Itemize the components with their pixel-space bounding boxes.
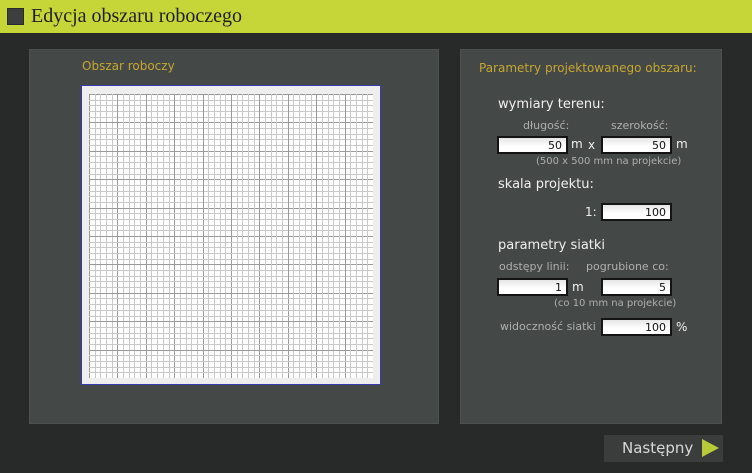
length-input[interactable]: 50 xyxy=(497,136,568,154)
title-bar: Edycja obszaru roboczego xyxy=(0,0,752,33)
spacing-label: odstępy linii: xyxy=(499,260,570,273)
play-arrow-icon xyxy=(702,439,719,457)
width-label: szerokość: xyxy=(611,119,669,132)
length-unit: m xyxy=(571,137,583,151)
workspace-panel: Obszar roboczy xyxy=(29,49,439,424)
scale-heading: skala projektu: xyxy=(498,177,594,192)
length-label: długość: xyxy=(523,119,570,132)
window-title: Edycja obszaru roboczego xyxy=(31,5,243,27)
visibility-label: widoczność siatki xyxy=(500,320,596,333)
bold-label: pogrubione co: xyxy=(586,260,669,273)
window-square-icon xyxy=(7,8,24,25)
terrain-heading: wymiary terenu: xyxy=(498,97,605,112)
terrain-note: (500 x 500 mm na projekcie) xyxy=(536,156,682,167)
grid[interactable] xyxy=(89,94,373,378)
visibility-input[interactable]: 100 xyxy=(601,318,672,336)
scale-prefix: 1: xyxy=(585,205,597,219)
times-sign: x xyxy=(588,138,596,152)
bold-input[interactable]: 5 xyxy=(601,278,672,296)
next-button-label: Następny xyxy=(622,439,694,457)
next-button[interactable]: Następny xyxy=(604,435,723,462)
params-panel: Parametry projektowanego obszaru: wymiar… xyxy=(460,49,722,424)
spacing-input[interactable]: 1 xyxy=(497,278,568,296)
params-title: Parametry projektowanego obszaru: xyxy=(479,61,697,75)
grid-note: (co 10 mm na projekcie) xyxy=(554,298,677,309)
spacing-unit: m xyxy=(572,280,584,294)
width-unit: m xyxy=(676,137,688,151)
grid-heading: parametry siatki xyxy=(498,238,606,253)
workspace-title: Obszar roboczy xyxy=(82,59,175,73)
visibility-unit: % xyxy=(676,320,688,334)
scale-input[interactable]: 100 xyxy=(601,203,672,221)
width-input[interactable]: 50 xyxy=(601,136,672,154)
workspace-canvas[interactable] xyxy=(81,85,381,385)
